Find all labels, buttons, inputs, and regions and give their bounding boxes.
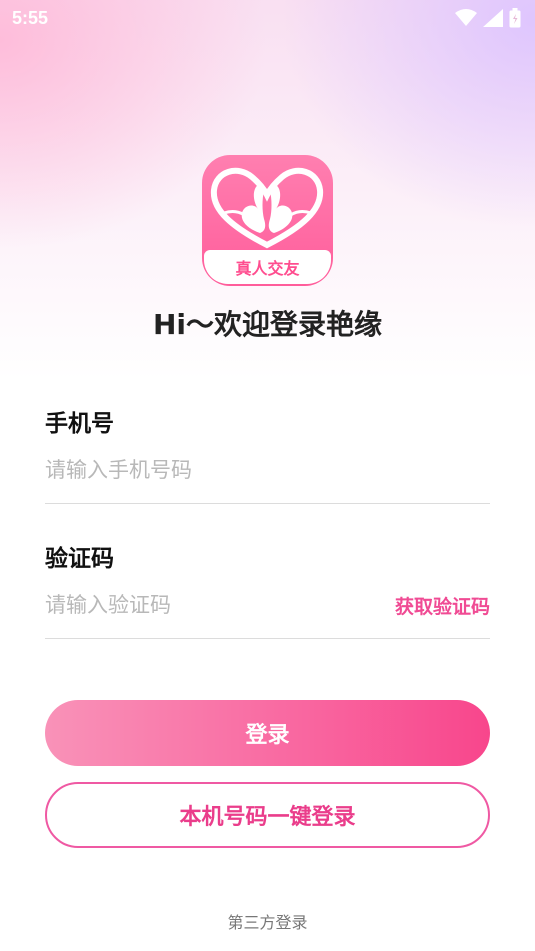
phone-input[interactable] <box>45 452 365 488</box>
swan-heart-icon <box>210 167 324 249</box>
code-label: 验证码 <box>45 546 114 572</box>
get-code-button[interactable]: 获取验证码 <box>395 592 490 619</box>
logo-banner: 真人交友 <box>204 250 331 284</box>
status-bar: 5:55 <box>0 0 535 36</box>
status-icons <box>455 8 521 28</box>
phone-label: 手机号 <box>45 411 114 437</box>
wifi-icon <box>455 9 477 27</box>
status-time: 5:55 <box>12 7 49 28</box>
app-logo: 真人交友 <box>202 155 333 286</box>
phone-divider <box>45 503 490 504</box>
third-party-login-link[interactable]: 第三方登录 <box>0 909 535 933</box>
login-button[interactable]: 登录 <box>45 700 490 766</box>
one-key-login-button[interactable]: 本机号码一键登录 <box>45 782 490 848</box>
code-input[interactable] <box>45 587 345 623</box>
code-divider <box>45 638 490 639</box>
welcome-title: Hi～欢迎登录艳缘 <box>152 308 383 341</box>
battery-icon <box>509 8 521 28</box>
signal-icon <box>483 9 503 27</box>
